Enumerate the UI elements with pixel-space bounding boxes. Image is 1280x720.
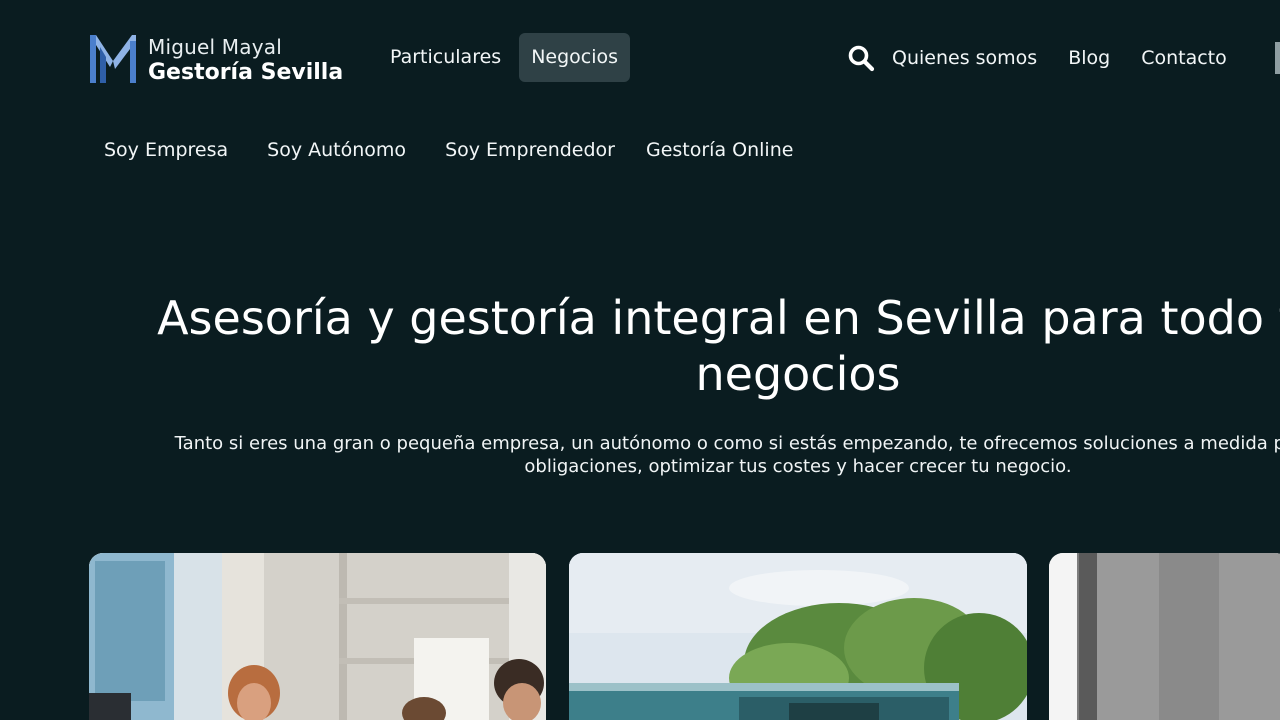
building-photo-image [569,553,1027,720]
hero-description: Tanto si eres una gran o pequeña empresa… [98,432,1280,478]
service-card-office[interactable] [89,553,546,720]
site-logo[interactable]: Miguel Mayal Gestoría Sevilla [88,31,343,89]
nav-negocios[interactable]: Negocios [519,33,631,82]
header-cta-edge[interactable] [1275,42,1280,74]
service-card-third[interactable] [1049,553,1280,720]
third-photo-image [1049,553,1280,720]
logo-name: Miguel Mayal [148,35,282,59]
sub-nav: Soy Empresa Soy Autónomo Soy Emprendedor… [104,139,793,161]
nav-particulares[interactable]: Particulares [378,33,513,82]
right-nav: Quienes somos Blog Contacto [846,33,1258,82]
logo-text: Miguel Mayal Gestoría Sevilla [148,31,343,84]
main-nav: Particulares Negocios [378,33,636,82]
nav-quienes-somos[interactable]: Quienes somos [892,47,1037,69]
nav-contacto[interactable]: Contacto [1141,47,1227,69]
hero-description-line-1: Tanto si eres una gran o pequeña empresa… [174,433,1280,454]
hero-title: Asesoría y gestoría integral en Sevilla … [98,290,1280,402]
subnav-soy-autonomo[interactable]: Soy Autónomo [267,139,406,161]
subnav-soy-empresa[interactable]: Soy Empresa [104,139,228,161]
office-photo-image [89,553,546,720]
logo-subtitle: Gestoría Sevilla [148,60,344,85]
search-icon[interactable] [846,43,876,73]
nav-blog[interactable]: Blog [1068,47,1110,69]
mm-logo-icon [88,31,138,89]
service-card-building[interactable] [569,553,1027,720]
subnav-soy-emprendedor[interactable]: Soy Emprendedor [445,139,615,161]
hero-title-line-2: negocios [695,347,901,401]
hero-description-line-2: obligaciones, optimizar tus costes y hac… [524,456,1072,477]
hero-title-line-1: Asesoría y gestoría integral en Sevilla … [157,291,1280,345]
page: Miguel Mayal Gestoría Sevilla Particular… [0,0,1280,720]
subnav-gestoria-online[interactable]: Gestoría Online [646,139,793,161]
